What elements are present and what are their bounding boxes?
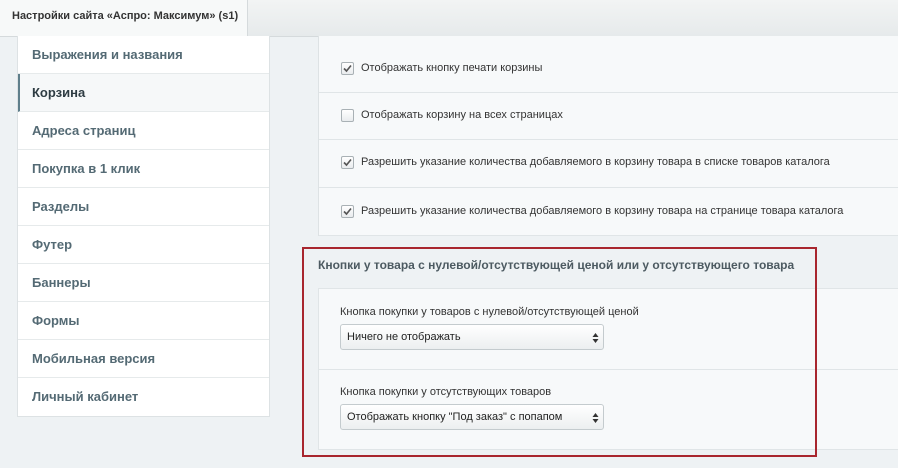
- check-icon: [343, 64, 352, 73]
- settings-tab[interactable]: Настройки сайта «Аспро: Максимум» (s1): [0, 0, 248, 36]
- tab-bar: Настройки сайта «Аспро: Максимум» (s1): [0, 0, 898, 37]
- checkbox-label: Разрешить указание количества добавляемо…: [361, 205, 844, 217]
- option-row: Отображать кнопку печати корзины: [319, 36, 898, 93]
- sidebar-item-page-addresses[interactable]: Адреса страниц: [18, 112, 269, 150]
- qty-in-list-checkbox[interactable]: [341, 156, 354, 169]
- check-icon: [343, 207, 352, 216]
- sidebar-item-label: Личный кабинет: [32, 389, 139, 404]
- sidebar-item-label: Разделы: [32, 199, 90, 214]
- sidebar-item-banners[interactable]: Баннеры: [18, 264, 269, 302]
- sidebar-item-label: Корзина: [32, 85, 86, 100]
- sidebar-item-label: Формы: [32, 313, 80, 328]
- qty-on-product-page-checkbox[interactable]: [341, 205, 354, 218]
- sidebar-item-label: Баннеры: [32, 275, 91, 290]
- checkbox-label: Отображать кнопку печати корзины: [361, 62, 543, 74]
- cart-options-panel: Отображать кнопку печати корзины Отображ…: [318, 36, 898, 236]
- sidebar-item-mobile[interactable]: Мобильная версия: [18, 340, 269, 378]
- sidebar-item-one-click-buy[interactable]: Покупка в 1 клик: [18, 150, 269, 188]
- print-cart-checkbox[interactable]: [341, 62, 354, 75]
- sidebar-item-footer[interactable]: Футер: [18, 226, 269, 264]
- sidebar-item-expressions[interactable]: Выражения и названия: [18, 36, 269, 74]
- option-row: Разрешить указание количества добавляемо…: [319, 188, 898, 236]
- highlight-box: [302, 247, 817, 457]
- sidebar-item-account[interactable]: Личный кабинет: [18, 378, 269, 416]
- sidebar-item-forms[interactable]: Формы: [18, 302, 269, 340]
- sidebar-item-cart[interactable]: Корзина: [18, 74, 269, 112]
- cart-all-pages-checkbox[interactable]: [341, 109, 354, 122]
- tab-title: Настройки сайта «Аспро: Максимум» (s1): [12, 10, 239, 22]
- option-row: Разрешить указание количества добавляемо…: [319, 140, 898, 188]
- sidebar: Выражения и названия Корзина Адреса стра…: [17, 36, 270, 417]
- sidebar-item-label: Адреса страниц: [32, 123, 136, 138]
- checkbox-label: Разрешить указание количества добавляемо…: [361, 156, 830, 168]
- check-icon: [343, 158, 352, 167]
- sidebar-item-label: Мобильная версия: [32, 351, 156, 366]
- option-row: Отображать корзину на всех страницах: [319, 93, 898, 140]
- sidebar-item-label: Выражения и названия: [32, 47, 183, 62]
- checkbox-label: Отображать корзину на всех страницах: [361, 109, 563, 121]
- sidebar-item-label: Футер: [32, 237, 73, 252]
- sidebar-item-sections[interactable]: Разделы: [18, 188, 269, 226]
- sidebar-item-label: Покупка в 1 клик: [32, 161, 141, 176]
